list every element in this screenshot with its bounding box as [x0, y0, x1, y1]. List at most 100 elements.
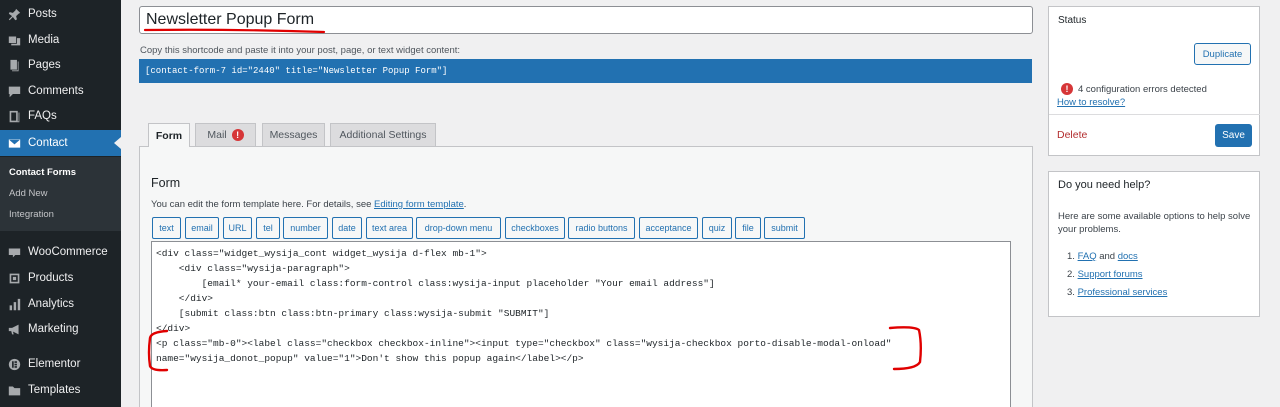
delete-link[interactable]: Delete	[1057, 129, 1087, 141]
code-line: <div class="wysija-paragraph">	[156, 263, 350, 274]
list-number: 2.	[1067, 269, 1075, 280]
sidebar-item-pages[interactable]: Pages	[0, 52, 121, 78]
sidebar-item-label: FAQs	[28, 110, 57, 122]
help-item-faq: 1. FAQ and docs	[1067, 251, 1138, 262]
folder-icon	[7, 383, 21, 397]
pages-icon	[7, 58, 21, 72]
help-text: Here are some available options to help …	[1058, 211, 1251, 235]
help-item-support: 2. Support forums	[1067, 269, 1143, 280]
tag-button-text[interactable]: text	[152, 217, 181, 239]
woocommerce-icon	[7, 245, 21, 259]
sidebar-item-posts[interactable]: Posts	[0, 1, 121, 27]
shortcode-field[interactable]: [contact-form-7 id="2440" title="Newslet…	[139, 59, 1032, 83]
save-button[interactable]: Save	[1215, 124, 1252, 147]
sidebar-item-woocommerce[interactable]: WooCommerce	[0, 239, 121, 265]
tag-button-dropdown-menu[interactable]: drop-down menu	[416, 217, 501, 239]
products-icon	[7, 271, 21, 285]
professional-services-link[interactable]: Professional services	[1078, 287, 1168, 298]
error-badge-icon: !	[231, 129, 244, 141]
config-errors-text: 4 configuration errors detected	[1078, 84, 1207, 95]
sidebar-item-label: Comments	[28, 85, 84, 97]
sidebar-item-analytics[interactable]: Analytics	[0, 291, 121, 317]
tab-label: Mail	[207, 129, 227, 141]
help-title: Do you need help?	[1058, 179, 1151, 191]
tag-button-submit[interactable]: submit	[764, 217, 805, 239]
sidebar-item-contact[interactable]: Contact	[0, 130, 121, 156]
support-forums-link[interactable]: Support forums	[1078, 269, 1143, 280]
megaphone-icon	[7, 322, 21, 336]
sidebar-item-marketing[interactable]: Marketing	[0, 316, 121, 342]
faq-link[interactable]: FAQ	[1078, 251, 1097, 262]
tag-button-number[interactable]: number	[283, 217, 328, 239]
tag-button-quiz[interactable]: quiz	[702, 217, 732, 239]
tab-label: Additional Settings	[339, 129, 427, 141]
sidebar-item-elementor[interactable]: Elementor	[0, 351, 121, 377]
admin-sidebar: Posts Media Pages Comments FAQs Contact …	[0, 0, 121, 407]
panel-title: Form	[151, 176, 181, 190]
code-line: name="wysija_donot_popup" value="1">Don'…	[156, 353, 584, 364]
panel-hint-text: You can edit the form template here. For…	[151, 199, 375, 210]
submenu-item-integration[interactable]: Integration	[9, 209, 54, 220]
docs-link[interactable]: docs	[1118, 251, 1138, 262]
submenu-item-add-new[interactable]: Add New	[9, 188, 48, 199]
submenu-item-contact-forms[interactable]: Contact Forms	[9, 167, 76, 178]
annotation-right-bracket	[888, 326, 922, 371]
annotation-left-bracket	[147, 329, 169, 372]
sidebar-item-templates[interactable]: Templates	[0, 377, 121, 403]
panel-hint: You can edit the form template here. For…	[151, 199, 466, 210]
status-title: Status	[1058, 15, 1087, 26]
tab-mail[interactable]: Mail !	[195, 123, 256, 146]
code-line: [email* your-email class:form-control cl…	[156, 278, 715, 289]
mail-icon	[7, 136, 21, 150]
tag-button-checkboxes[interactable]: checkboxes	[505, 217, 565, 239]
editing-form-template-link[interactable]: Editing form template	[374, 199, 464, 210]
tag-button-date[interactable]: date	[332, 217, 362, 239]
tab-label: Form	[155, 129, 183, 142]
sidebar-item-label: Posts	[28, 8, 57, 20]
annotation-underline	[143, 28, 326, 34]
sidebar-item-media[interactable]: Media	[0, 27, 121, 53]
sidebar-item-label: Analytics	[28, 298, 75, 310]
pin-icon	[7, 7, 21, 21]
panel-hint-suffix: .	[463, 199, 467, 210]
sidebar-item-label: Media	[28, 34, 60, 46]
sidebar-item-label: Products	[28, 272, 74, 284]
tab-messages[interactable]: Messages	[262, 123, 325, 146]
shortcode-hint: Copy this shortcode and paste it into yo…	[140, 45, 461, 56]
tag-button-tel[interactable]: tel	[256, 217, 280, 239]
tag-button-file[interactable]: file	[735, 217, 761, 239]
sidebar-item-products[interactable]: Products	[0, 265, 121, 291]
sidebar-item-label: Templates	[28, 384, 81, 396]
current-menu-arrow	[114, 137, 121, 149]
tag-button-url[interactable]: URL	[223, 217, 252, 239]
book-icon	[7, 109, 21, 123]
media-icon	[7, 33, 21, 47]
tag-button-textarea[interactable]: text area	[366, 217, 413, 239]
warning-icon: !	[1061, 83, 1073, 95]
code-line: <div class="widget_wysija_cont widget_wy…	[156, 248, 487, 259]
code-line: [submit class:btn class:btn-primary clas…	[156, 308, 550, 319]
sidebar-item-faqs[interactable]: FAQs	[0, 103, 121, 129]
tag-button-email[interactable]: email	[185, 217, 219, 239]
tag-button-radio-buttons[interactable]: radio buttons	[568, 217, 635, 239]
tab-additional-settings[interactable]: Additional Settings	[330, 123, 436, 146]
sidebar-item-label: WooCommerce	[28, 246, 108, 258]
tab-label: Messages	[269, 129, 318, 141]
tab-form[interactable]: Form	[148, 123, 190, 147]
help-item-services: 3. Professional services	[1067, 287, 1167, 298]
sidebar-item-label: Pages	[28, 59, 61, 71]
comments-icon	[7, 84, 21, 98]
sidebar-item-comments[interactable]: Comments	[0, 78, 121, 104]
tag-button-acceptance[interactable]: acceptance	[639, 217, 698, 239]
duplicate-button[interactable]: Duplicate	[1194, 43, 1251, 65]
list-number: 1.	[1067, 251, 1075, 262]
shortcode-text: [contact-form-7 id="2440" title="Newslet…	[145, 66, 448, 76]
divider	[1049, 114, 1260, 115]
elementor-icon	[7, 357, 21, 371]
how-to-resolve-link[interactable]: How to resolve?	[1057, 97, 1125, 108]
and-text: and	[1096, 251, 1118, 262]
sidebar-item-label: Contact	[28, 137, 68, 149]
sidebar-item-label: Marketing	[28, 323, 79, 335]
sidebar-item-label: Elementor	[28, 358, 81, 370]
code-line: <p class="mb-0"><label class="checkbox c…	[156, 338, 892, 349]
